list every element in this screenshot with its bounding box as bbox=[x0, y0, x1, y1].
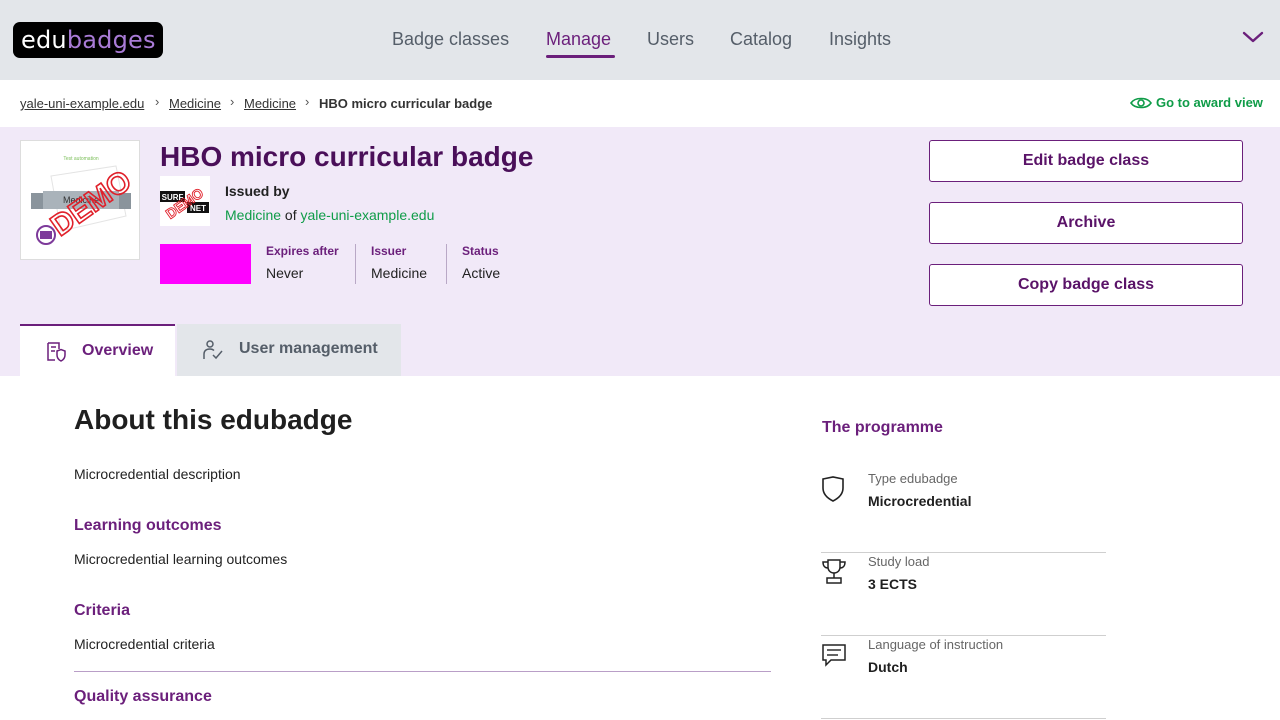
edubadges-logo[interactable]: edubadges bbox=[13, 22, 163, 58]
breadcrumb-separator-icon: › bbox=[230, 94, 235, 109]
meta-divider bbox=[446, 244, 447, 284]
meta-status-label: Status bbox=[462, 244, 499, 258]
issued-by-label: Issued by bbox=[225, 183, 290, 199]
breadcrumb-separator-icon: › bbox=[305, 94, 310, 109]
meta-issuer-label: Issuer bbox=[371, 244, 407, 258]
nav-catalog[interactable]: Catalog bbox=[730, 29, 792, 50]
learning-outcomes-text: Microcredential learning outcomes bbox=[74, 551, 288, 567]
programme-item-study-load: Study load 3 ECTS bbox=[821, 554, 1106, 636]
quality-assurance-heading: Quality assurance bbox=[74, 688, 212, 705]
copy-badge-class-button[interactable]: Copy badge class bbox=[929, 264, 1243, 306]
meta-divider bbox=[355, 244, 356, 284]
award-view-label: Go to award view bbox=[1156, 95, 1263, 110]
programme-language-value: Dutch bbox=[868, 659, 908, 675]
nav-manage[interactable]: Manage bbox=[546, 29, 616, 58]
top-navigation-bar: edubadges Badge classes Manage Users Cat… bbox=[0, 0, 1280, 80]
programme-language-label: Language of instruction bbox=[868, 637, 1004, 652]
programme-study-load-value: 3 ECTS bbox=[868, 576, 918, 592]
nav-users[interactable]: Users bbox=[647, 29, 694, 50]
programme-item-language: Language of instruction Dutch bbox=[821, 637, 1106, 719]
nav-insights[interactable]: Insights bbox=[829, 29, 891, 50]
meta-expires-value: Never bbox=[266, 265, 304, 281]
overview-icon bbox=[47, 342, 66, 362]
go-to-award-view-link[interactable]: Go to award view bbox=[1130, 95, 1263, 110]
criteria-heading: Criteria bbox=[74, 602, 131, 619]
issuer-line: Medicine of yale-uni-example.edu bbox=[225, 207, 434, 223]
meta-expires: Expires after Never bbox=[266, 244, 339, 281]
nav-badge-classes[interactable]: Badge classes bbox=[392, 29, 509, 50]
user-management-icon bbox=[203, 340, 223, 360]
criteria-text: Microcredential criteria bbox=[74, 636, 215, 652]
shield-icon bbox=[822, 476, 844, 502]
logo-text-edu: edu bbox=[21, 26, 67, 54]
chevron-down-icon[interactable] bbox=[1242, 30, 1264, 44]
meta-status-value: Active bbox=[462, 265, 501, 281]
learning-outcomes-heading: Learning outcomes bbox=[74, 517, 222, 534]
breadcrumb-institution[interactable]: yale-uni-example.edu bbox=[20, 96, 144, 111]
tab-user-management[interactable]: User management bbox=[177, 324, 401, 376]
meta-status: Status Active bbox=[462, 244, 500, 281]
about-heading: About this edubadge bbox=[74, 404, 353, 435]
tab-overview-label: Overview bbox=[82, 342, 154, 359]
edit-badge-class-button[interactable]: Edit badge class bbox=[929, 140, 1243, 182]
issuer-faculty-link[interactable]: Medicine bbox=[225, 207, 281, 223]
breadcrumb: yale-uni-example.edu › Medicine › Medici… bbox=[0, 80, 1280, 127]
programme-type-label: Type edubadge bbox=[868, 471, 958, 486]
programme-heading: The programme bbox=[822, 419, 943, 436]
programme-type-value: Microcredential bbox=[868, 493, 972, 509]
tab-overview[interactable]: Overview bbox=[20, 324, 175, 376]
badge-image: Test automation Medicine DEMO bbox=[20, 140, 140, 260]
badge-color-swatch bbox=[160, 244, 251, 284]
eye-icon bbox=[1130, 97, 1152, 109]
trophy-icon bbox=[822, 559, 846, 584]
programme-study-load-label: Study load bbox=[868, 554, 930, 569]
archive-button[interactable]: Archive bbox=[929, 202, 1243, 244]
meta-issuer-value: Medicine bbox=[371, 265, 428, 281]
tab-user-management-label: User management bbox=[239, 340, 378, 357]
meta-issuer: Issuer Medicine bbox=[371, 244, 427, 281]
meta-expires-label: Expires after bbox=[266, 244, 339, 258]
section-divider bbox=[74, 671, 771, 672]
badge-description: Microcredential description bbox=[74, 466, 241, 482]
issuer-institution-link[interactable]: yale-uni-example.edu bbox=[301, 207, 435, 223]
breadcrumb-faculty[interactable]: Medicine bbox=[169, 96, 221, 111]
page-title: HBO micro curricular badge bbox=[160, 141, 534, 172]
badge-image-caption: Test automation bbox=[63, 156, 99, 162]
breadcrumb-issuer[interactable]: Medicine bbox=[244, 96, 296, 111]
programme-item-type: Type edubadge Microcredential bbox=[821, 471, 1106, 553]
logo-text-badges: badges bbox=[66, 26, 156, 54]
speech-bubble-icon bbox=[822, 644, 846, 667]
breadcrumb-separator-icon: › bbox=[155, 94, 160, 109]
breadcrumb-current: HBO micro curricular badge bbox=[319, 96, 493, 111]
issuer-logo: SURF NET DEMO bbox=[160, 176, 210, 226]
issuer-of-text: of bbox=[284, 207, 297, 223]
